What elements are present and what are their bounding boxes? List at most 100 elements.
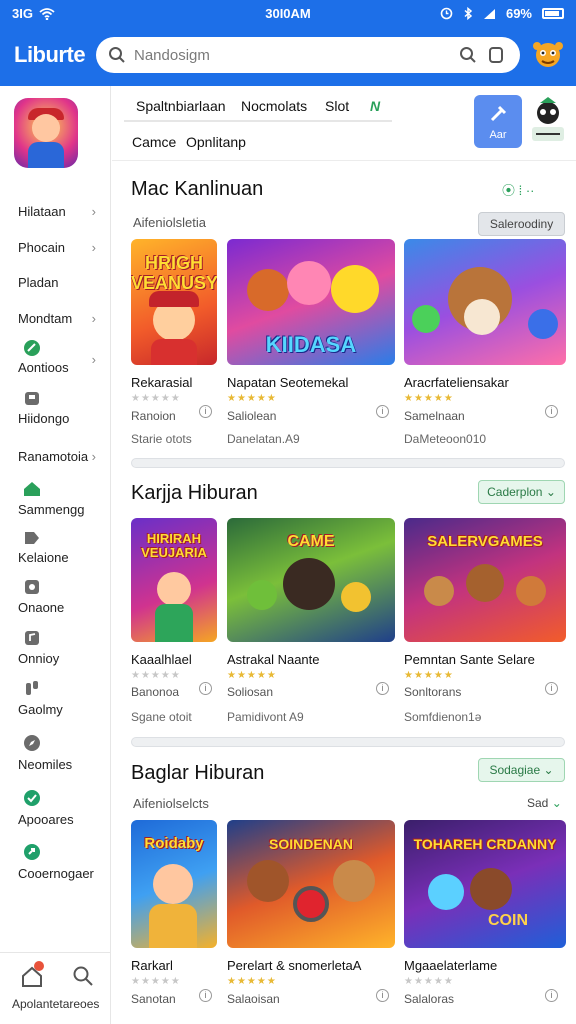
sidebar-footer: Apolantetareoes [0,952,111,1024]
feature-button[interactable]: Aar [474,95,522,148]
sidebar-item-phocain[interactable]: Phocain › [18,240,102,255]
tab-camce[interactable]: Camce [132,134,176,150]
filter-button[interactable]: Caderplon ⌄ [478,480,565,504]
section-subtitle: Aifeniolsletia [133,215,206,230]
game-thumbnail: HIRIRAH VEUJARIA [131,518,217,642]
search-icon [106,44,128,66]
section-title: Mac Kanlinuan [131,178,264,200]
rating-stars: ★★★★★ [404,670,454,681]
rating-label: Salaloras [404,992,455,1006]
info-icon[interactable]: i [545,405,558,418]
alarm-icon [440,7,453,20]
network-icon [483,8,495,19]
top-bar: 3IG 30I0AM 69% Liburte Nandosigm [0,0,576,86]
game-thumbnail: KIIDASA [227,239,395,365]
game-title: Aracrfateliensakar [404,375,509,390]
rating-stars: ★★★★★ [131,670,181,681]
game-thumbnail: SOINDENAN [227,820,395,948]
search-icon[interactable] [72,965,94,987]
rating-label: Salaoisan [227,992,280,1006]
search-input[interactable]: Nandosigm [134,47,454,64]
game-thumbnail: HRIGH VEANUSY [131,239,217,365]
rating-label: Banonoa [131,685,180,699]
info-icon[interactable]: i [376,682,389,695]
rating-stars: ★★★★★ [227,393,277,404]
tools-icon [490,105,507,122]
header-divider [112,160,576,161]
game-meta: Danelatan.A9 [227,432,300,446]
info-icon[interactable]: i [545,989,558,1002]
scroll-track[interactable] [131,458,565,468]
filter-button[interactable]: Saleroodiny [478,212,565,236]
sidebar-item-onaone[interactable]: Onaone [18,600,102,615]
game-meta: Sgane otoit [131,710,192,724]
battery-icon [542,8,564,19]
section-title: Karjja Hiburan [131,482,258,504]
app-brand[interactable]: Liburte [14,42,86,68]
sidebar-item-gaolmy[interactable]: Gaolmy [18,702,102,717]
scan-icon[interactable] [482,41,510,69]
rating-label: Soliosan [227,685,274,699]
game-title: Pemntan Sante Selare [404,652,535,667]
game-thumbnail: CAME [227,518,395,642]
sidebar-item-mondtam[interactable]: Mondtam › [18,311,102,326]
game-title: Napatan Seotemekal [227,375,349,390]
check-circle-icon [24,790,40,806]
battery-percent: 69% [505,6,532,21]
search-bar[interactable]: Nandosigm [96,37,520,73]
info-icon[interactable]: i [199,989,212,1002]
sidebar-item-cooernogaer[interactable]: Cooernogaer [18,866,102,881]
mascot-avatar-icon[interactable] [532,38,564,72]
chevron-right-icon: › [91,449,96,464]
sidebar-item-apooares[interactable]: Apooares [18,812,102,827]
bag-icon [25,392,39,405]
filter-button[interactable]: Sodagiae ⌄ [478,758,565,782]
sidebar-item-onnioy[interactable]: Onnioy [18,651,102,666]
sidebar-item-pladan[interactable]: Pladan [18,275,102,290]
rating-stars: ★★★★★ [227,976,277,987]
game-title: Rekarasial [131,375,193,390]
game-meta: Pamidivont A9 [227,710,304,724]
scroll-track[interactable] [131,737,565,747]
game-title: Rarkarl [131,958,173,973]
game-thumbnail [404,239,566,365]
rating-stars: ★★★★★ [227,670,277,681]
compass-icon [24,735,40,751]
info-icon[interactable]: i [199,682,212,695]
info-icon[interactable]: i [376,405,389,418]
tab-more[interactable]: N [370,98,380,114]
bluetooth-icon [464,7,473,20]
chevron-right-icon: › [91,204,96,219]
tab-opnlitanp[interactable]: Opnlitanp [186,134,246,150]
search-submit-icon[interactable] [454,41,482,69]
info-icon[interactable]: i [545,682,558,695]
tab-spaltnbiarlaan[interactable]: Spaltnbiarlaan [136,98,226,114]
sidebar-item-hilataan[interactable]: Hilataan › [18,204,102,219]
tab-nocmolats[interactable]: Nocmolats [241,98,307,114]
rating-stars: ★★★★★ [131,393,181,404]
section-subtitle: Aifeniolselcts [133,796,209,811]
info-icon[interactable]: i [199,405,212,418]
sidebar-item-kelaione[interactable]: Kelaione [18,550,102,565]
sidebar-item-aontioos[interactable]: Aontioos › [18,352,102,375]
mascot-tile-icon[interactable] [526,95,570,148]
rating-label: Sanotan [131,992,176,1006]
sidebar-item-neomiles[interactable]: Neomiles [18,757,102,772]
game-title: Perelart & snomerletaA [227,958,362,973]
app-logo[interactable] [14,98,78,168]
info-icon[interactable]: i [376,989,389,1002]
game-meta: DaMeteoon010 [404,432,487,446]
tab-slot[interactable]: Slot [325,98,349,114]
sidebar-item-ranamotoia[interactable]: Ranamotoia › [18,449,102,464]
chevron-right-icon: › [91,311,96,326]
rating-stars: ★★★★★ [404,976,454,987]
sort-dropdown[interactable]: Sad ⌄ [527,796,562,810]
rating-label: Saliolean [227,409,277,423]
sidebar-item-hiidongo[interactable]: Hiidongo [18,411,102,426]
sidebar-item-sammengg[interactable]: Sammengg [18,502,102,517]
rating-label: Ranoion [131,409,176,423]
arrow-circle-icon [24,844,40,860]
section-actions[interactable]: ⦿ ⁞ ·· [502,180,535,199]
game-thumbnail: SALERVGAMES [404,518,566,642]
chevron-down-icon: ⌄ [540,763,554,777]
